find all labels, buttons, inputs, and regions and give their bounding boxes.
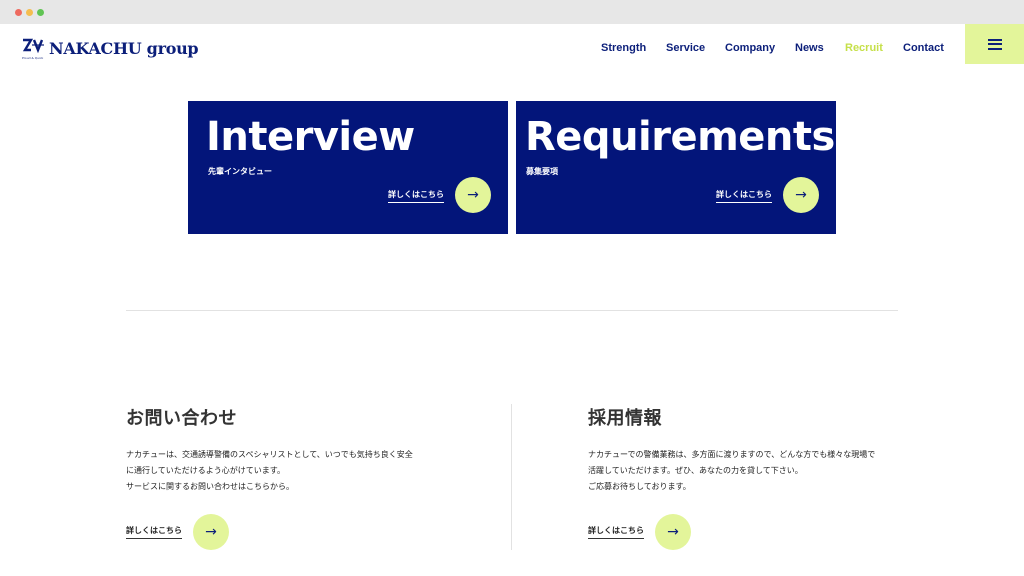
card-detail-link[interactable]: 詳しくはこちら — [388, 189, 444, 203]
vertical-divider — [511, 404, 512, 550]
recruit-detail-link[interactable]: 詳しくはこちら — [588, 525, 644, 539]
card-detail-link[interactable]: 詳しくはこちら — [716, 189, 772, 203]
contact-line: ナカチューは、交通誘導警備のスペシャリストとして、いつでも気持ち良く安全 — [126, 450, 413, 459]
contact-detail-link[interactable]: 詳しくはこちら — [126, 525, 182, 539]
card-subtitle: 先輩インタビュー — [208, 167, 272, 176]
nav-strength[interactable]: Strength — [601, 42, 646, 54]
recruit-line: ナカチューでの警備業務は、多方面に渡りますので、どんな方でも様々な現場で — [588, 450, 876, 459]
contact-line: に通行していただけるよう心がけています。 — [126, 466, 285, 475]
arrow-right-icon[interactable]: → — [455, 177, 491, 213]
main-nav: Strength Service Company News Recruit Co… — [0, 42, 1024, 56]
contact-title: お問い合わせ — [126, 408, 237, 429]
recruit-line: 活躍していただけます。ぜひ、あなたの力を貸して下さい。 — [588, 466, 803, 475]
window-minimize-dot[interactable] — [26, 9, 33, 16]
browser-titlebar — [0, 0, 1024, 24]
recruit-section: 採用情報 ナカチューでの警備業務は、多方面に渡りますので、どんな方でも様々な現場… — [588, 404, 908, 550]
card-title: Interview — [206, 114, 415, 160]
card-title: Requirements — [525, 114, 835, 160]
nav-service[interactable]: Service — [666, 42, 705, 54]
nav-contact[interactable]: Contact — [903, 42, 944, 54]
site-header: NAKACHU group Proud & Quick Strength Ser… — [0, 24, 1024, 72]
window-maximize-dot[interactable] — [37, 9, 44, 16]
requirements-card[interactable]: Requirements 募集要項 詳しくはこちら → — [516, 101, 836, 234]
arrow-right-icon[interactable]: → — [783, 177, 819, 213]
nav-company[interactable]: Company — [725, 42, 775, 54]
interview-card[interactable]: Interview 先輩インタビュー 詳しくはこちら → — [188, 101, 508, 234]
recruit-title: 採用情報 — [588, 408, 662, 429]
section-divider — [126, 310, 898, 311]
arrow-right-icon[interactable]: → — [193, 514, 229, 550]
nav-news[interactable]: News — [795, 42, 824, 54]
hamburger-icon — [987, 38, 1002, 50]
window-close-dot[interactable] — [15, 9, 22, 16]
nav-recruit[interactable]: Recruit — [845, 42, 883, 54]
card-subtitle: 募集要項 — [526, 167, 558, 176]
contact-description: ナカチューは、交通誘導警備のスペシャリストとして、いつでも気持ち良く安全 に通行… — [126, 447, 446, 495]
recruit-description: ナカチューでの警備業務は、多方面に渡りますので、どんな方でも様々な現場で 活躍し… — [588, 447, 908, 495]
contact-line: サービスに関するお問い合わせはこちらから。 — [126, 482, 294, 491]
recruit-line: ご応募お待ちしております。 — [588, 482, 691, 491]
menu-button[interactable] — [965, 24, 1024, 64]
arrow-right-icon[interactable]: → — [655, 514, 691, 550]
contact-section: お問い合わせ ナカチューは、交通誘導警備のスペシャリストとして、いつでも気持ち良… — [126, 404, 446, 550]
logo-tagline: Proud & Quick — [22, 56, 44, 60]
